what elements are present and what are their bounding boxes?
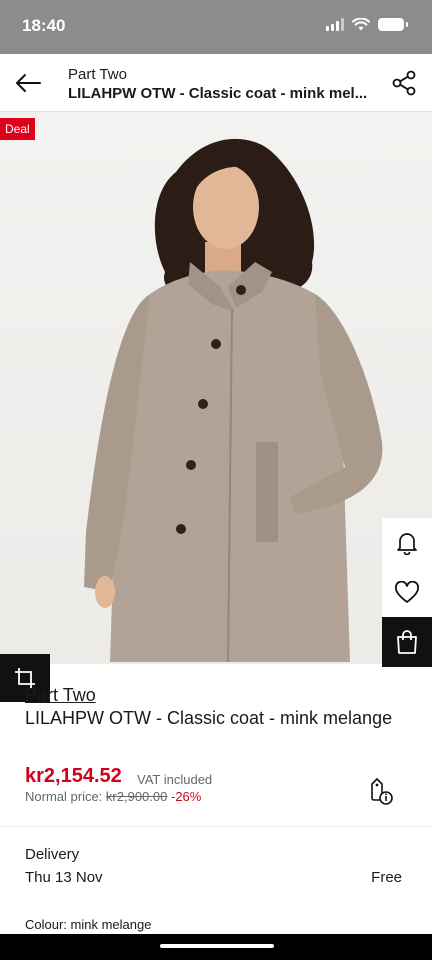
- current-price: kr2,154.52: [25, 765, 122, 787]
- heart-icon: [395, 581, 419, 603]
- delivery-label: Delivery: [25, 846, 80, 863]
- delivery-date: Thu 13 Nov: [25, 869, 103, 886]
- delivery-cost: Free: [371, 869, 402, 886]
- colour-label: Colour: mink melange: [25, 917, 152, 932]
- shopping-bag-icon: [397, 630, 417, 654]
- bell-icon: [397, 533, 417, 555]
- product-image[interactable]: [0, 112, 432, 664]
- status-icons: [326, 18, 408, 31]
- normal-price: kr2,900.00: [105, 789, 168, 804]
- deal-badge: Deal: [0, 118, 35, 140]
- vat-note: VAT included: [137, 772, 213, 787]
- wifi-icon: [352, 18, 370, 31]
- share-button[interactable]: [384, 63, 424, 103]
- share-icon: [392, 70, 416, 96]
- price-tag-info-icon: [371, 778, 393, 805]
- status-time: 18:40: [22, 16, 66, 35]
- add-to-bag-button[interactable]: [382, 617, 432, 667]
- brand-link[interactable]: Part Two: [25, 685, 96, 706]
- wishlist-button[interactable]: [382, 568, 432, 618]
- status-bar: 18:40: [0, 0, 432, 54]
- home-indicator[interactable]: [0, 934, 432, 960]
- notify-button[interactable]: [382, 518, 432, 568]
- battery-icon: [378, 18, 408, 31]
- signal-icon: [326, 18, 344, 31]
- divider: [0, 826, 432, 827]
- normal-price-label: Normal price:: [25, 789, 103, 804]
- price-info-button[interactable]: [366, 776, 396, 806]
- discount-percent: -26%: [170, 789, 202, 804]
- model-photo: [84, 138, 383, 663]
- header-product-title: LILAHPW OTW - Classic coat - mink mel...: [68, 85, 368, 102]
- back-button[interactable]: [8, 63, 48, 103]
- top-bar: Part Two LILAHPW OTW - Classic coat - mi…: [0, 54, 432, 112]
- header-brand: Part Two: [68, 66, 127, 83]
- normal-price-row: Normal price: kr2,900.00 -26%: [25, 789, 201, 804]
- arrow-left-icon: [16, 74, 41, 92]
- product-name: LILAHPW OTW - Classic coat - mink melang…: [25, 708, 393, 728]
